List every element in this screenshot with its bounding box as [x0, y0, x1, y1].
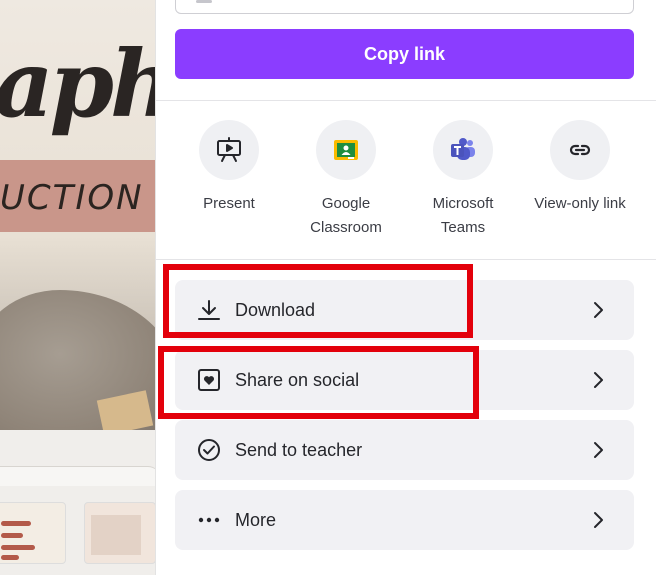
microsoft-teams-icon	[433, 120, 493, 180]
divider	[156, 100, 656, 101]
link-icon	[550, 120, 610, 180]
send-to-teacher-label: Send to teacher	[235, 440, 363, 460]
share-option-present[interactable]: Present	[174, 120, 284, 216]
more-dots-icon	[197, 508, 221, 532]
check-circle-icon	[197, 438, 221, 462]
highlight-box-download	[163, 264, 473, 338]
more-row[interactable]: More	[175, 490, 634, 550]
pages-scroll-tab[interactable]	[0, 466, 160, 486]
page-thumbnail[interactable]	[0, 502, 66, 564]
access-input[interactable]	[175, 0, 634, 14]
chevron-right-icon	[594, 302, 603, 318]
share-option-label: Present	[203, 195, 255, 212]
page-thumbnail[interactable]	[84, 502, 156, 564]
share-option-label: Microsoft	[432, 195, 494, 212]
divider	[156, 259, 656, 260]
share-option-label: View-only link	[534, 195, 626, 212]
share-option-label: Google	[321, 195, 371, 212]
highlight-box-share-on-social	[158, 346, 479, 419]
chevron-right-icon	[594, 442, 603, 458]
share-option-view-only-link[interactable]: View-only link	[525, 120, 635, 216]
google-classroom-icon	[316, 120, 376, 180]
share-option-label: Classroom	[310, 219, 382, 236]
design-canvas: aph UCTION	[0, 0, 160, 430]
canvas-subtitle-text: UCTION	[0, 178, 144, 218]
share-option-microsoft-teams[interactable]: Microsoft Teams	[408, 120, 518, 240]
chevron-right-icon	[594, 372, 603, 388]
share-option-google-classroom[interactable]: Google Classroom	[291, 120, 401, 240]
canvas-title-text: aph	[0, 30, 160, 138]
send-to-teacher-row[interactable]: Send to teacher	[175, 420, 634, 480]
copy-link-button[interactable]: Copy link	[175, 29, 634, 79]
share-option-label: Teams	[440, 219, 486, 236]
more-label: More	[235, 510, 277, 530]
chevron-right-icon	[594, 512, 603, 528]
present-icon	[199, 120, 259, 180]
